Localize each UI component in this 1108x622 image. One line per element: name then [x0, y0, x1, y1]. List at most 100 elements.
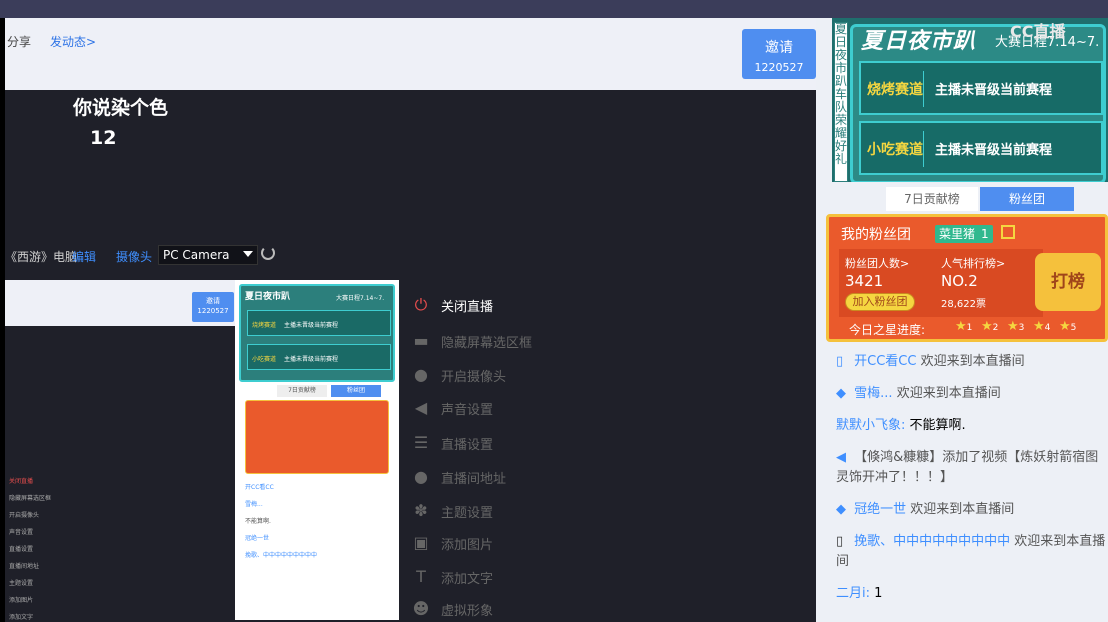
preview-fan-card [245, 400, 389, 474]
preview-track-name: 小吃赛道 [252, 356, 277, 363]
chat-text: 欢迎来到本直播间 [896, 386, 1001, 401]
menu-item-label: 声音设置 [441, 403, 494, 418]
chat-message: ▯ 开CC看CC 欢迎来到本直播间 [836, 352, 1106, 372]
preview-banner-date: 大赛日程7.14~7. [336, 295, 385, 302]
rank-button[interactable]: 打榜 [1035, 253, 1101, 311]
join-fan-club-button[interactable]: 加入粉丝团 [845, 293, 915, 311]
event-banner[interactable]: 夏日夜市趴 车队荣耀好礼 夏日夜市趴 大赛日程7.14~7. 烧烤赛道 主播未晋… [832, 18, 1108, 182]
menu-item-label: 添加图片 [441, 538, 494, 553]
palette-icon: ✽ [414, 501, 428, 520]
preview-menu-item: 直播设置 [9, 546, 34, 553]
menu-item-label: 开启摄像头 [441, 370, 507, 385]
post-dynamic-link[interactable]: 发动态> [50, 33, 96, 50]
edit-link[interactable]: 编辑 [72, 248, 96, 265]
preview-menu-item: 添加文字 [9, 614, 34, 620]
camera-select-value: PC Camera [163, 248, 230, 262]
members-count: 3421 [845, 272, 884, 290]
preview-track-name: 烧烤赛道 [252, 322, 277, 329]
preview-chat-line: 冠绝一世 [245, 535, 270, 542]
stage-area: 你说染个色 12 [5, 90, 816, 242]
members-label[interactable]: 粉丝团人数> [845, 255, 909, 271]
popularity-rank: NO.2 [941, 272, 978, 290]
chat-user[interactable]: 开CC看CC [854, 354, 916, 369]
preview-chat-line: 挽歌、中中中中中中中中中 [245, 552, 318, 559]
camera-select[interactable]: PC Camera [158, 245, 258, 265]
preview-chat-line: 不能算啊. [245, 518, 271, 525]
track-status: 主播未晋级当前赛程 [935, 83, 1053, 98]
menu-item-label: 直播设置 [441, 438, 494, 453]
chat-message: ◆ 雪梅... 欢迎来到本直播间 [836, 384, 1106, 404]
preview-tabs: 7日贡献榜 粉丝团 [277, 385, 381, 397]
chat-user[interactable]: 二月i: [836, 586, 870, 601]
fan-badge-level: 1 [981, 227, 989, 241]
preview-screen: 邀请 1220527 关闭直播 隐藏屏幕选区框 开启摄像头 声音设置 直播设置 … [5, 280, 399, 620]
chat-user[interactable]: 冠绝一世 [854, 502, 906, 517]
preview-banner-title: 夏日夜市趴 [245, 292, 291, 302]
chat-user[interactable]: 挽歌、中中中中中中中中中 [854, 534, 1010, 549]
preview-menu-item: 开启摄像头 [9, 512, 40, 519]
badge-icon: ◆ [836, 386, 846, 401]
banner-card: 夏日夜市趴 大赛日程7.14~7. 烧烤赛道 主播未晋级当前赛程 小吃赛道 主播… [850, 24, 1106, 182]
chat-text: 【倏鸿&糠糠】添加了视频【炼妖射箭宿图灵饰开冲了！！！】 [836, 450, 1099, 485]
chat-text: 欢迎来到本直播间 [910, 502, 1015, 517]
invite-button[interactable]: 邀请 1220527 [742, 29, 816, 79]
star-icon: ★5 [1059, 319, 1077, 334]
edit-icon[interactable] [1001, 225, 1015, 239]
track-name: 小吃赛道 [867, 142, 923, 158]
sidebar-tabs: 7日贡献榜 粉丝团 [886, 187, 1074, 211]
track-name: 烧烤赛道 [867, 82, 923, 98]
track-divider [923, 71, 924, 107]
preview-track: 烧烤赛道 主播未晋级当前赛程 [247, 310, 391, 336]
camera-icon: ● [414, 365, 428, 384]
preview-track-status: 主播未晋级当前赛程 [284, 322, 339, 329]
menu-item-label: 关闭直播 [441, 300, 494, 315]
speaker-icon: ◀ [836, 450, 846, 465]
track-divider [923, 131, 924, 167]
refresh-icon[interactable] [261, 246, 275, 260]
preview-invite: 邀请 1220527 [192, 292, 234, 322]
sliders-icon: ☰ [413, 433, 429, 452]
speaker-icon: ◀ [414, 398, 428, 417]
power-icon: ⏻ [414, 295, 428, 314]
banner-title: 夏日夜市趴 [861, 29, 977, 54]
location-icon: ● [414, 467, 428, 486]
preview-banner: 夏日夜市趴 大赛日程7.14~7. 烧烤赛道 主播未晋级当前赛程 小吃赛道 主播未晋… [239, 284, 395, 382]
preview-chat-line: 雪梅... [245, 501, 263, 508]
preview-track-status: 主播未晋级当前赛程 [284, 356, 339, 363]
chat-text: 不能算啊. [909, 418, 966, 433]
fan-badge: 菜里猪 1 [935, 225, 993, 243]
menu-item-label: 添加文字 [441, 572, 494, 587]
top-strip [0, 0, 1108, 18]
menu-item-label: 隐藏屏幕选区框 [441, 336, 533, 351]
preview-tab-rank: 7日贡献榜 [277, 385, 327, 397]
camera-label: 摄像头 [116, 250, 153, 264]
share-link[interactable]: 分享 [7, 33, 31, 50]
preview-right: 夏日夜市趴 大赛日程7.14~7. 烧烤赛道 主播未晋级当前赛程 小吃赛道 主播未晋… [235, 280, 399, 620]
popularity-label[interactable]: 人气排行榜> [941, 255, 1005, 271]
tab-rank[interactable]: 7日贡献榜 [886, 187, 978, 211]
preview-invite-code: 1220527 [197, 307, 229, 315]
chat-text: 1 [874, 586, 883, 601]
invite-label: 邀请 [765, 40, 793, 56]
preview-menu-item: 关闭直播 [9, 478, 34, 485]
preview-menu: 关闭直播 隐藏屏幕选区框 开启摄像头 声音设置 直播设置 直播间地址 主题设置 … [5, 476, 65, 620]
popularity-votes: 28,622票 [941, 299, 986, 310]
chat-user[interactable]: 默默小飞象: [836, 418, 905, 433]
banner-side-text: 夏日夜市趴 车队荣耀好礼 [834, 22, 848, 182]
console-header: 分享 发动态> 邀请 1220527 [5, 18, 816, 90]
track-bbq: 烧烤赛道 主播未晋级当前赛程 [859, 61, 1103, 115]
preview-tab-fans: 粉丝团 [331, 385, 381, 397]
preview-chat: 开CC看CC 雪梅... 不能算啊. 冠绝一世 挽歌、中中中中中中中中中 [245, 482, 395, 567]
menu-item-label: 虚拟形象 [441, 604, 494, 619]
stage-number: 12 [90, 127, 117, 149]
room-sidebar: 夏日夜市趴 车队荣耀好礼 夏日夜市趴 大赛日程7.14~7. 烧烤赛道 主播未晋… [816, 18, 1108, 622]
chat-user[interactable]: 雪梅... [854, 386, 892, 401]
screen: 分享 发动态> 邀请 1220527 你说染个色 12 《西游》电脑 编辑 摄像… [0, 0, 1108, 622]
live-menu: ⏻ 关闭直播 ▬ 隐藏屏幕选区框 ● 开启摄像头 ◀ 声音设置 ☰ 直播设置 ●… [405, 280, 816, 622]
tab-fans[interactable]: 粉丝团 [980, 187, 1074, 211]
chat-message: 默默小飞象: 不能算啊. [836, 416, 1106, 436]
phone-icon: ▯ [836, 534, 844, 549]
track-snack: 小吃赛道 主播未晋级当前赛程 [859, 121, 1103, 175]
star-icon: ★4 [1033, 319, 1051, 334]
phone-icon: ▯ [836, 354, 844, 369]
